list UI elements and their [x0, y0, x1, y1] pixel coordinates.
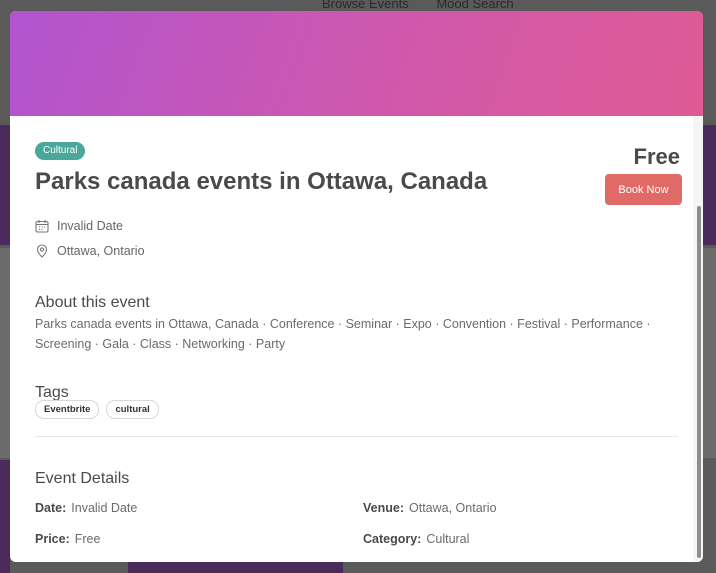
- detail-date-label: Date:: [35, 501, 67, 515]
- detail-date: Date: Invalid Date: [35, 501, 137, 515]
- detail-price-label: Price:: [35, 532, 70, 546]
- section-divider: [35, 436, 678, 437]
- event-detail-modal: Cultural Parks canada events in Ottawa, …: [10, 11, 703, 562]
- detail-price-value: Free: [74, 532, 101, 546]
- background-nav: Browse Events Mood Search: [322, 0, 538, 11]
- tag-cultural[interactable]: cultural: [106, 400, 159, 419]
- background-card: [128, 562, 343, 573]
- tag-list: Eventbrite cultural: [35, 400, 166, 419]
- nav-mood-search[interactable]: Mood Search: [436, 0, 513, 11]
- nav-browse-events[interactable]: Browse Events: [322, 0, 409, 11]
- location-pin-icon: [36, 244, 48, 258]
- background-card: [703, 125, 716, 245]
- tag-eventbrite[interactable]: Eventbrite: [35, 400, 100, 419]
- event-location-row: Ottawa, Ontario: [35, 244, 145, 258]
- detail-category: Category: Cultural: [363, 532, 469, 546]
- detail-category-value: Cultural: [426, 532, 470, 546]
- detail-category-label: Category:: [363, 532, 422, 546]
- category-badge: Cultural: [35, 142, 86, 160]
- about-heading: About this event: [35, 294, 150, 311]
- detail-venue-value: Ottawa, Ontario: [409, 501, 497, 515]
- detail-date-value: Invalid Date: [71, 501, 138, 515]
- about-description: Parks canada events in Ottawa, Canada · …: [35, 317, 651, 351]
- detail-venue-label: Venue:: [363, 501, 404, 515]
- background-card: [0, 248, 10, 458]
- background-card: [0, 125, 10, 245]
- detail-venue: Venue: Ottawa, Ontario: [363, 501, 497, 515]
- event-location: Ottawa, Ontario: [57, 244, 145, 258]
- event-hero-banner: [10, 11, 703, 116]
- modal-scrollbar-thumb[interactable]: [697, 206, 701, 558]
- background-card: [703, 248, 716, 458]
- event-date: Invalid Date: [57, 219, 124, 233]
- event-price: Free: [633, 144, 680, 169]
- event-details-heading: Event Details: [35, 470, 130, 487]
- event-date-row: Invalid Date: [35, 219, 123, 233]
- book-now-button[interactable]: Book Now: [605, 174, 682, 205]
- calendar-icon: [35, 220, 49, 233]
- event-title: Parks canada events in Ottawa, Canada: [35, 168, 488, 195]
- background-card: [0, 460, 10, 573]
- detail-price: Price: Free: [35, 532, 100, 546]
